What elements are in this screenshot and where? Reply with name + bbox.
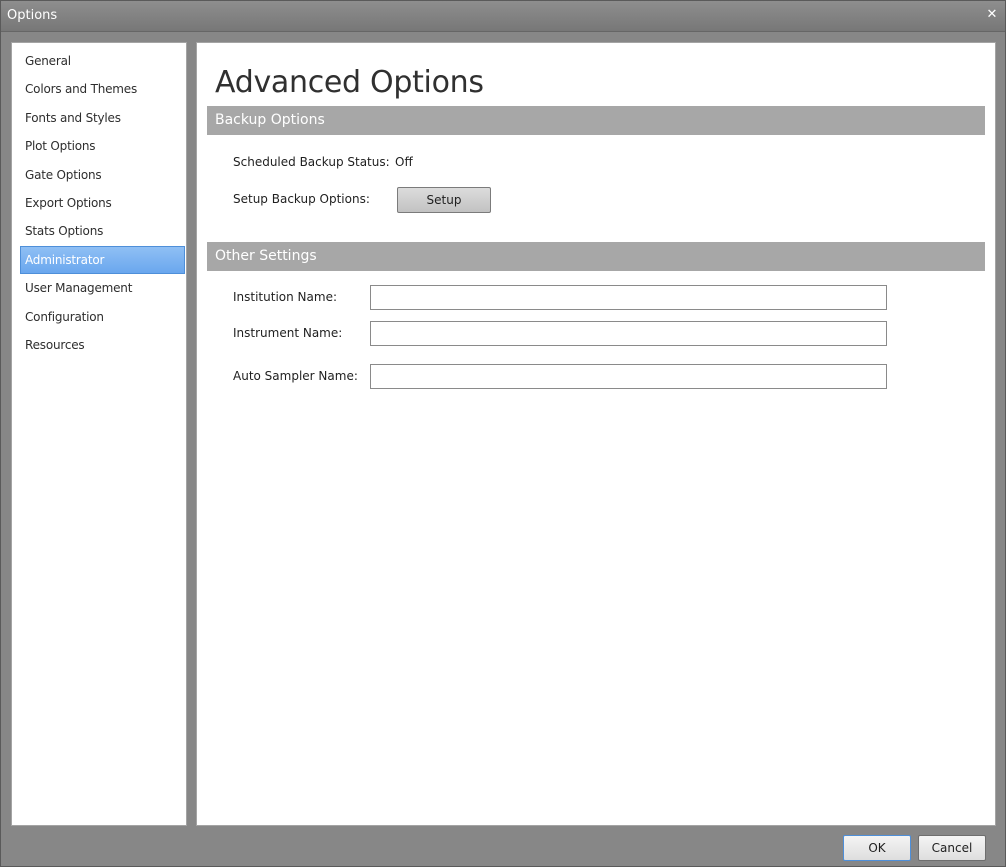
title-bar[interactable]: Options ✕ [1,1,1005,32]
scheduled-backup-status-label: Scheduled Backup Status: [233,155,390,169]
institution-name-label: Institution Name: [233,290,337,304]
scheduled-backup-status-value: Off [395,155,413,169]
page-title: Advanced Options [215,65,484,100]
institution-name-field[interactable] [370,285,887,310]
setup-backup-options-label: Setup Backup Options: [233,192,370,206]
cancel-button[interactable]: Cancel [918,835,986,861]
options-nav-list: General Colors and Themes Fonts and Styl… [12,47,186,359]
instrument-name-field[interactable] [370,321,887,346]
auto-sampler-name-label: Auto Sampler Name: [233,369,358,383]
sidebar-item-plot-options[interactable]: Plot Options [12,132,186,160]
sidebar-item-export-options[interactable]: Export Options [12,189,186,217]
sidebar-item-user-management[interactable]: User Management [12,274,186,302]
sidebar-item-resources[interactable]: Resources [12,331,186,359]
dialog-footer: OK Cancel [1,830,1005,866]
sidebar-item-configuration[interactable]: Configuration [12,303,186,331]
options-content-panel: Advanced Options Backup Options Schedule… [196,42,996,826]
auto-sampler-name-field[interactable] [370,364,887,389]
sidebar-item-administrator[interactable]: Administrator [20,245,185,275]
instrument-name-label: Instrument Name: [233,326,343,340]
other-settings-header: Other Settings [207,242,985,271]
sidebar-item-fonts-and-styles[interactable]: Fonts and Styles [12,104,186,132]
sidebar-item-gate-options[interactable]: Gate Options [12,161,186,189]
sidebar-item-stats-options[interactable]: Stats Options [12,217,186,245]
window-title: Options [7,8,58,23]
options-sidebar: General Colors and Themes Fonts and Styl… [11,42,187,826]
setup-backup-button[interactable]: Setup [397,187,491,213]
sidebar-item-colors-and-themes[interactable]: Colors and Themes [12,75,186,103]
options-dialog: Options ✕ General Colors and Themes Font… [0,0,1006,867]
ok-button[interactable]: OK [843,835,911,861]
backup-options-header: Backup Options [207,106,985,135]
sidebar-item-general[interactable]: General [12,47,186,75]
close-icon[interactable]: ✕ [985,7,999,23]
